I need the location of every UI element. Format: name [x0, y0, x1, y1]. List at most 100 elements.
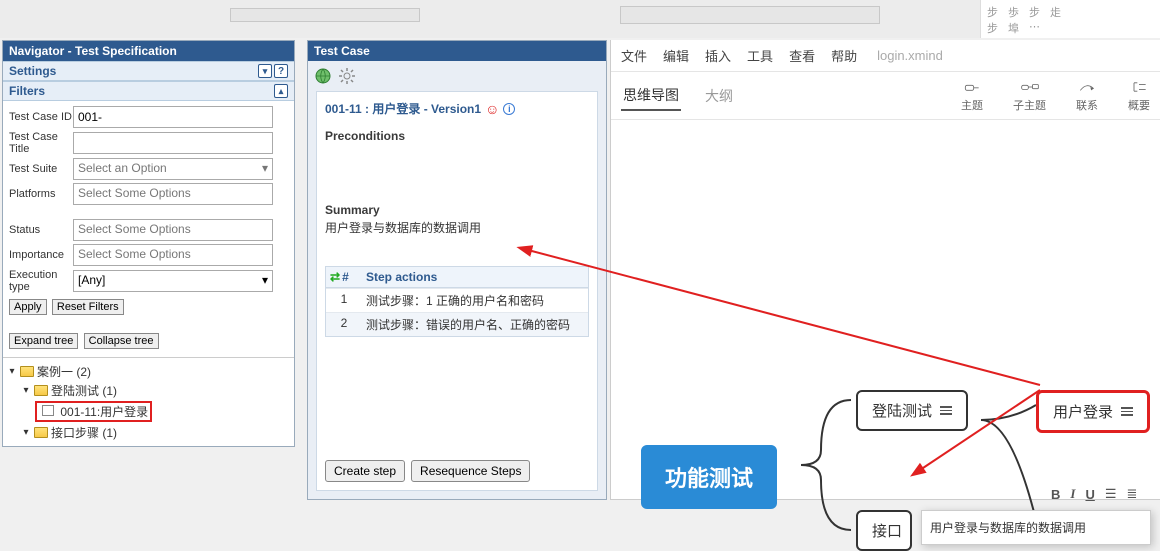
tc-title-input[interactable] — [73, 132, 273, 154]
tree-sub2-label: 接口步骤 (1) — [51, 424, 117, 441]
italic-button[interactable]: I — [1070, 486, 1075, 502]
node-main[interactable]: 功能测试 — [641, 445, 777, 509]
filters-section[interactable]: Filters ▴ — [3, 81, 294, 101]
tree: ▾ 案例一 (2) ▾ 登陆测试 (1) 001-11:用户登录 ▾ 接口步骤 … — [3, 357, 294, 446]
testcase-title: 001-11 : 用户登录 - Version1 — [325, 100, 481, 117]
exec-select[interactable]: [Any] ▾ — [73, 270, 273, 292]
platforms-select[interactable]: Select Some Options — [73, 183, 273, 205]
navigator-title: Navigator - Test Specification — [3, 41, 294, 61]
underline-button[interactable]: U — [1085, 487, 1094, 502]
gear-icon[interactable] — [338, 67, 356, 85]
folder-icon — [34, 385, 48, 396]
suite-label: Test Suite — [9, 163, 73, 175]
settings-collapse-icon[interactable]: ▾ — [258, 64, 272, 78]
action-subtopic[interactable]: 子主题 — [1013, 79, 1046, 113]
burger-icon — [1121, 407, 1133, 416]
reset-button[interactable]: Reset Filters — [52, 299, 124, 315]
apply-button[interactable]: Apply — [9, 299, 47, 315]
tree-toggle-icon[interactable]: ▾ — [21, 427, 31, 438]
tc-id-input[interactable] — [73, 106, 273, 128]
menu-file[interactable]: 文件 — [621, 46, 647, 65]
expand-tree-button[interactable]: Expand tree — [9, 333, 78, 349]
mindmap-canvas[interactable]: 功能测试 登陆测试 用户登录 接口 B I U ☰ ≣ 用户登录与数据库的数据调… — [611, 120, 1160, 480]
info-icon[interactable]: i — [503, 103, 515, 115]
format-toolbar: B I U ☰ ≣ — [1051, 486, 1137, 502]
tree-root-label: 案例一 (2) — [37, 363, 91, 380]
filters-label: Filters — [9, 84, 45, 98]
menu-edit[interactable]: 编辑 — [663, 46, 689, 65]
status-label: Status — [9, 224, 73, 236]
mindmap-window: 文件 编辑 插入 工具 查看 帮助 login.xmind 思维导图 大纲 主题… — [610, 40, 1160, 500]
action-relate[interactable]: 联系 — [1076, 79, 1098, 113]
steps-actions-header: Step actions — [362, 267, 588, 287]
filters-collapse-icon[interactable]: ▴ — [274, 84, 288, 98]
exec-label: Execution type — [9, 269, 73, 293]
filters-body: Test Case ID Test Case Title Test Suite … — [3, 101, 294, 357]
help-icon[interactable]: ? — [274, 64, 288, 78]
preconditions-label: Preconditions — [325, 129, 589, 143]
tree-toggle-icon[interactable]: ▾ — [21, 385, 31, 396]
suite-select[interactable]: Select an Option ▾ — [73, 158, 273, 180]
tree-sub1[interactable]: ▾ 登陆测试 (1) — [19, 381, 292, 400]
steps-table: ⇄# Step actions 1 测试步骤：1 正确的用户名和密码 2 测试步… — [325, 266, 589, 337]
status-select[interactable]: Select Some Options — [73, 219, 273, 241]
tree-toggle-icon[interactable]: ▾ — [7, 366, 17, 377]
step-num: 1 — [326, 289, 362, 312]
annotation-text: 用户登录与数据库的数据调用 — [930, 521, 1086, 535]
navigator-panel: Navigator - Test Specification Settings … — [2, 40, 295, 447]
tree-leaf1[interactable]: 001-11:用户登录 — [33, 400, 292, 423]
bold-button[interactable]: B — [1051, 487, 1060, 502]
tree-leaf1-label: 001-11:用户登录 — [60, 405, 148, 419]
annotation-popup[interactable]: 用户登录与数据库的数据调用 — [921, 510, 1151, 545]
numbered-list-icon[interactable]: ≣ — [1127, 486, 1138, 502]
file-icon — [42, 405, 54, 416]
step-row[interactable]: 2 测试步骤：错误的用户名、正确的密码 — [326, 312, 588, 336]
connector-icon — [981, 400, 1041, 440]
globe-icon[interactable] — [314, 67, 332, 85]
filename-label: login.xmind — [877, 48, 943, 63]
testcase-panel: Test Case 001-11 : 用户登录 - Version1 ☺ i P… — [307, 40, 607, 500]
tree-sub1-label: 登陆测试 (1) — [51, 382, 117, 399]
node-interface[interactable]: 接口 — [856, 510, 912, 551]
testcase-body: 001-11 : 用户登录 - Version1 ☺ i Preconditio… — [316, 91, 598, 491]
folder-icon — [20, 366, 34, 377]
create-step-button[interactable]: Create step — [325, 460, 405, 482]
steps-hash-header: ⇄# — [326, 267, 362, 287]
background-toolbar: 步歩步歨 步埠⋯ — [0, 0, 1160, 38]
testcase-title-row: 001-11 : 用户登录 - Version1 ☺ i — [325, 100, 589, 117]
importance-label: Importance — [9, 249, 73, 261]
mindmap-view-tabs: 思维导图 大纲 主题 子主题 联系 概要 — [611, 72, 1160, 120]
tree-sub2[interactable]: ▾ 接口步骤 (1) — [19, 423, 292, 442]
step-text: 测试步骤：错误的用户名、正确的密码 — [362, 313, 588, 336]
node-user-login[interactable]: 用户登录 — [1036, 390, 1150, 433]
folder-icon — [34, 427, 48, 438]
menu-view[interactable]: 查看 — [789, 46, 815, 65]
tab-mindmap[interactable]: 思维导图 — [621, 81, 681, 111]
testcase-toolbar — [308, 61, 606, 91]
tree-root[interactable]: ▾ 案例一 (2) — [5, 362, 292, 381]
ghost-icon: ☺ — [485, 101, 499, 117]
step-row[interactable]: 1 测试步骤：1 正确的用户名和密码 — [326, 288, 588, 312]
action-topic[interactable]: 主题 — [961, 79, 983, 113]
settings-label: Settings — [9, 64, 56, 78]
node-login-test[interactable]: 登陆测试 — [856, 390, 968, 431]
summary-text: 用户登录与数据库的数据调用 — [325, 219, 589, 236]
tree-selected-highlight: 001-11:用户登录 — [35, 401, 152, 422]
settings-section[interactable]: Settings ▾ ? — [3, 61, 294, 81]
step-text: 测试步骤：1 正确的用户名和密码 — [362, 289, 588, 312]
collapse-tree-button[interactable]: Collapse tree — [84, 333, 159, 349]
importance-select[interactable]: Select Some Options — [73, 244, 273, 266]
menu-insert[interactable]: 插入 — [705, 46, 731, 65]
mindmap-menubar: 文件 编辑 插入 工具 查看 帮助 login.xmind — [611, 40, 1160, 72]
menu-tools[interactable]: 工具 — [747, 46, 773, 65]
step-num: 2 — [326, 313, 362, 336]
tab-outline[interactable]: 大纲 — [703, 82, 735, 110]
action-outline[interactable]: 概要 — [1128, 79, 1150, 113]
summary-label: Summary — [325, 203, 589, 217]
tc-title-label: Test Case Title — [9, 131, 73, 155]
platforms-label: Platforms — [9, 188, 73, 200]
tc-id-label: Test Case ID — [9, 111, 73, 123]
bullet-list-icon[interactable]: ☰ — [1105, 486, 1117, 502]
resequence-button[interactable]: Resequence Steps — [411, 460, 530, 482]
menu-help[interactable]: 帮助 — [831, 46, 857, 65]
